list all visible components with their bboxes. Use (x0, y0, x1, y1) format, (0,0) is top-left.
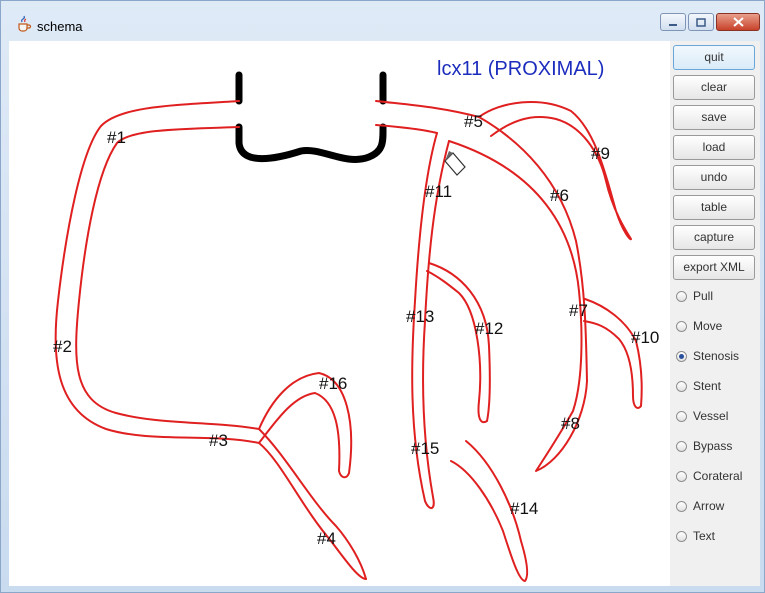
vessel-rca-inner (75, 126, 367, 580)
mode-label: Move (693, 319, 723, 333)
java-cup-icon (18, 15, 32, 32)
mode-option-pull[interactable]: Pull (676, 287, 713, 305)
mode-label: Arrow (693, 499, 725, 513)
drawing-canvas[interactable]: lcx11 (PROXIMAL) #1 #2 #3 #4 #5 #6 #7 #8… (9, 41, 670, 586)
mode-label: Stent (693, 379, 722, 393)
mode-label: Text (693, 529, 716, 543)
mode-option-move[interactable]: Move (676, 317, 722, 335)
coronary-schema[interactable]: lcx11 (PROXIMAL) #1 #2 #3 #4 #5 #6 #7 #8… (9, 41, 670, 586)
segment-label-8: #8 (561, 414, 580, 433)
close-button[interactable] (716, 13, 760, 31)
mode-option-stent[interactable]: Stent (676, 377, 721, 395)
segment-label-10: #10 (631, 328, 659, 347)
pencil-cursor-icon (444, 151, 466, 176)
segment-label-9: #9 (591, 144, 610, 163)
minimize-button[interactable] (660, 13, 686, 31)
segment-label-1: #1 (107, 128, 126, 147)
radio-dot-icon (679, 353, 684, 359)
mode-label: Vessel (693, 409, 729, 423)
mode-label: Pull (693, 289, 714, 303)
mode-label: Stenosis (693, 349, 740, 363)
radio-button[interactable] (676, 320, 687, 332)
segment-label-4: #4 (317, 529, 336, 548)
save-button[interactable]: save (673, 105, 755, 130)
minimize-icon (669, 24, 677, 26)
mode-option-corateral[interactable]: Corateral (676, 467, 742, 485)
mode-option-stenosis[interactable]: Stenosis (676, 347, 739, 365)
mode-label: Bypass (693, 439, 733, 453)
segment-label-5: #5 (464, 112, 483, 131)
load-button[interactable]: load (673, 135, 755, 160)
clear-button[interactable]: clear (673, 75, 755, 100)
capture-button[interactable]: capture (673, 225, 755, 250)
aortic-root (235, 71, 387, 163)
segment-label-7: #7 (569, 301, 588, 320)
maximize-icon (696, 17, 706, 27)
segment-label-6: #6 (550, 186, 569, 205)
radio-button[interactable] (676, 500, 687, 512)
quit-button[interactable]: quit (673, 45, 755, 70)
diagram-heading: lcx11 (PROXIMAL) (437, 58, 604, 80)
radio-button[interactable] (676, 410, 687, 422)
tool-panel: quit clear save load undo table capture … (670, 41, 760, 586)
radio-button[interactable] (676, 290, 687, 302)
close-icon (732, 17, 744, 27)
radio-button[interactable] (676, 530, 687, 542)
window-controls (660, 13, 760, 31)
segment-label-14: #14 (510, 499, 538, 518)
radio-button[interactable] (676, 470, 687, 482)
radio-button[interactable] (676, 380, 687, 392)
export-xml-button[interactable]: export XML (673, 255, 755, 280)
app-window: schema lcx11 (PROXIMAL) #1 #2 #3 #4 #5 #… (0, 0, 765, 593)
maximize-button[interactable] (688, 13, 714, 31)
mode-option-arrow[interactable]: Arrow (676, 497, 724, 515)
vessel-branch-12 (426, 262, 491, 424)
title-bar: schema (1, 1, 765, 41)
undo-button[interactable]: undo (673, 165, 755, 190)
segment-label-11: #11 (425, 182, 452, 201)
radio-button-selected[interactable] (676, 350, 687, 362)
vessel-branch-10 (583, 298, 643, 409)
window-title: schema (37, 19, 83, 34)
segment-label-13: #13 (406, 307, 434, 326)
segment-label-2: #2 (53, 337, 72, 356)
segment-label-16: #16 (319, 374, 347, 393)
mode-option-text[interactable]: Text (676, 527, 715, 545)
mode-label: Corateral (693, 469, 743, 483)
table-button[interactable]: table (673, 195, 755, 220)
segment-label-12: #12 (475, 319, 503, 338)
segment-label-3: #3 (209, 431, 228, 450)
segment-labels: #1 #2 #3 #4 #5 #6 #7 #8 #9 #10 #11 #12 #… (53, 112, 659, 548)
mode-option-vessel[interactable]: Vessel (676, 407, 728, 425)
radio-button[interactable] (676, 440, 687, 452)
mode-option-bypass[interactable]: Bypass (676, 437, 732, 455)
segment-label-15: #15 (411, 439, 439, 458)
